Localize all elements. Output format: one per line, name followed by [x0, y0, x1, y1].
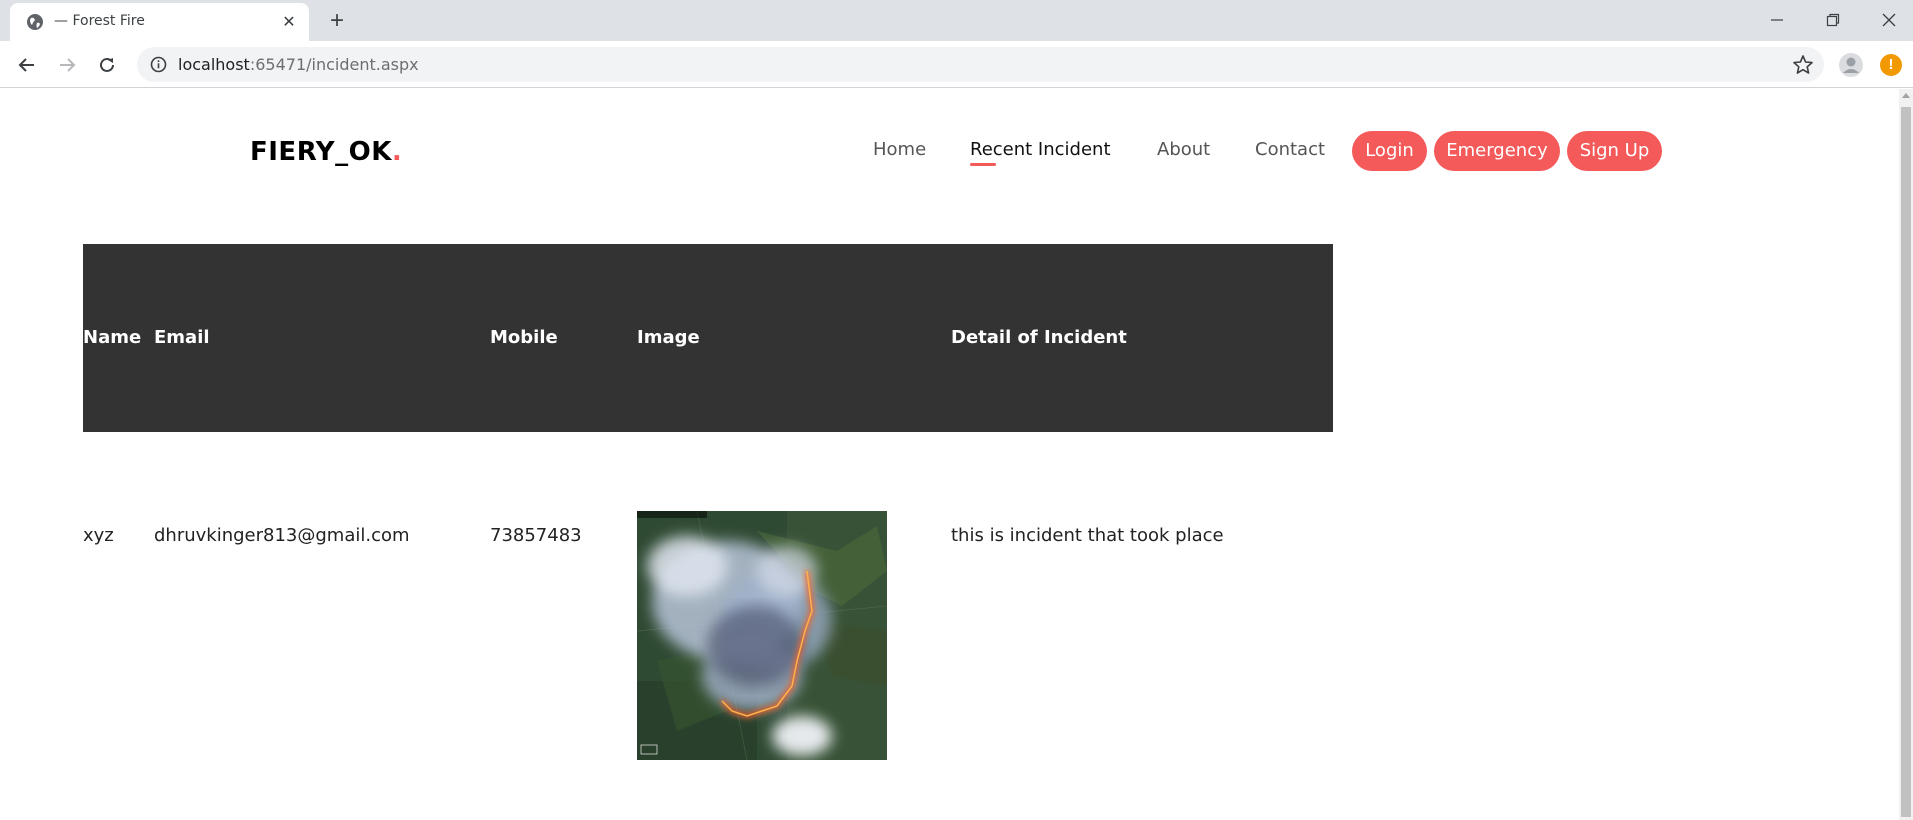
column-header-email: Email	[154, 327, 210, 348]
login-button[interactable]: Login	[1352, 131, 1427, 171]
address-bar[interactable]: localhost:65471/incident.aspx	[137, 47, 1824, 82]
column-header-detail: Detail of Incident	[951, 327, 1127, 348]
cell-mobile: 73857483	[490, 525, 582, 546]
signup-button[interactable]: Sign Up	[1567, 131, 1662, 171]
column-header-mobile: Mobile	[490, 327, 558, 348]
nav-about[interactable]: About	[1157, 139, 1210, 160]
reload-icon[interactable]	[94, 52, 120, 78]
column-header-name: Name	[83, 327, 142, 348]
browser-toolbar: localhost:65471/incident.aspx !	[0, 41, 1913, 88]
logo-dot: .	[391, 137, 403, 167]
minimize-icon[interactable]	[1762, 5, 1792, 35]
tab-title: — Forest Fire	[54, 13, 145, 29]
web-page: FIERY_OK. Home Recent Incident About Con…	[0, 89, 1899, 820]
active-nav-underline	[970, 163, 996, 166]
profile-avatar-icon[interactable]	[1838, 52, 1864, 78]
back-icon[interactable]	[14, 52, 40, 78]
scroll-up-arrow-icon[interactable]	[1902, 93, 1910, 98]
emergency-button[interactable]: Emergency	[1434, 131, 1560, 171]
nav-contact[interactable]: Contact	[1255, 139, 1325, 160]
globe-icon	[27, 14, 43, 30]
nav-home[interactable]: Home	[873, 139, 926, 160]
close-window-icon[interactable]	[1874, 5, 1904, 35]
nav-recent-incident[interactable]: Recent Incident	[970, 139, 1111, 160]
cell-name: xyz	[83, 525, 114, 546]
site-logo[interactable]: FIERY_OK.	[250, 137, 402, 167]
scrollbar-thumb[interactable]	[1901, 107, 1911, 817]
wildfire-satellite-image	[637, 511, 887, 760]
browser-tabstrip: — Forest Fire ✕ +	[0, 0, 1913, 41]
logo-text: FIERY_OK	[250, 137, 392, 167]
new-tab-icon[interactable]: +	[323, 8, 351, 36]
update-alert-icon[interactable]: !	[1880, 54, 1902, 76]
cell-detail: this is incident that took place	[951, 525, 1224, 546]
incident-table-header: Name Email Mobile Image Detail of Incide…	[83, 244, 1333, 432]
restore-icon[interactable]	[1818, 5, 1848, 35]
cell-email: dhruvkinger813@gmail.com	[154, 525, 410, 546]
url-path: :65471/incident.aspx	[249, 55, 419, 74]
url-text: localhost:65471/incident.aspx	[178, 55, 419, 74]
page-scrollbar[interactable]	[1899, 89, 1913, 820]
column-header-image: Image	[637, 327, 700, 348]
forward-icon[interactable]	[54, 52, 80, 78]
info-icon[interactable]	[150, 56, 167, 73]
browser-tab[interactable]: — Forest Fire ✕	[10, 3, 309, 41]
close-tab-icon[interactable]: ✕	[279, 12, 299, 32]
bookmark-star-icon[interactable]	[1792, 54, 1814, 76]
url-host: localhost	[178, 55, 250, 74]
